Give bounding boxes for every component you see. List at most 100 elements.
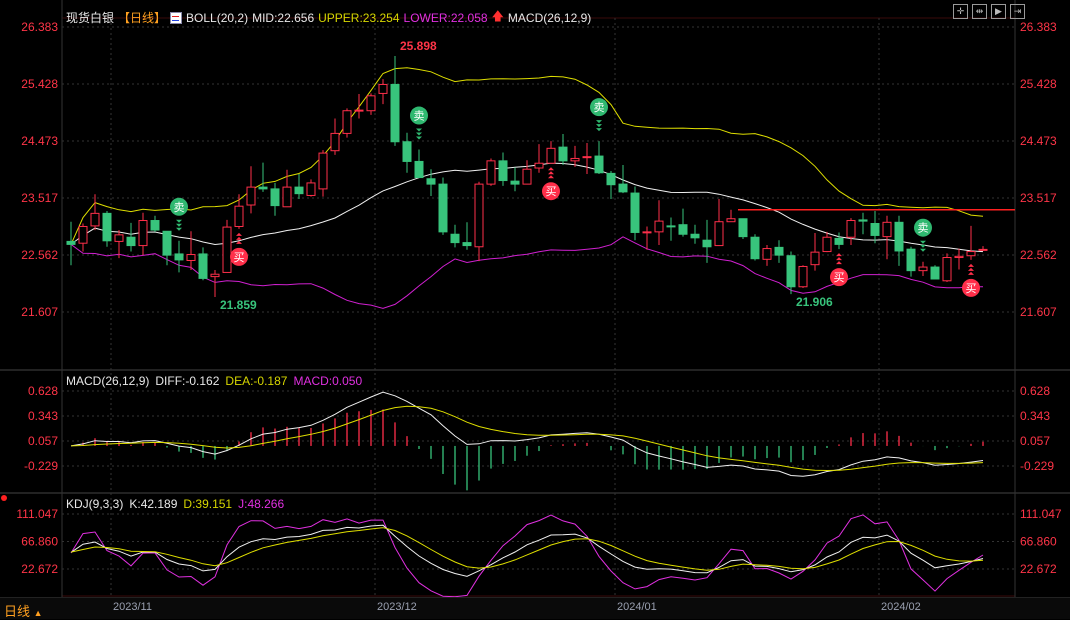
play-icon[interactable]: ▶ <box>991 4 1006 19</box>
candle-body[interactable] <box>702 239 712 248</box>
candle-body[interactable] <box>174 253 184 261</box>
candle-body[interactable] <box>270 188 280 207</box>
candle-body[interactable] <box>882 221 892 238</box>
candle-body[interactable] <box>378 83 388 94</box>
period-selector[interactable]: 日线 ▲ <box>4 601 43 620</box>
candle-body[interactable] <box>738 218 748 238</box>
candle-body[interactable] <box>366 95 376 112</box>
candle-body[interactable] <box>78 225 88 244</box>
candle-body[interactable] <box>726 218 736 223</box>
candle-body[interactable] <box>678 224 688 235</box>
candle-body[interactable] <box>138 220 148 247</box>
candle-body[interactable] <box>510 180 520 185</box>
candle-body[interactable] <box>66 240 76 245</box>
range-select-icon[interactable]: ⇹ <box>972 4 987 19</box>
candle-body[interactable] <box>474 183 484 248</box>
up-arrow-icon <box>548 175 554 179</box>
candle-body[interactable] <box>390 83 400 143</box>
candle-body[interactable] <box>150 220 160 231</box>
kdj-title[interactable]: KDJ(9,3,3) <box>66 497 123 511</box>
candle-body[interactable] <box>318 152 328 190</box>
candle-body[interactable] <box>606 172 616 186</box>
candle-body[interactable] <box>750 236 760 260</box>
up-arrow-icon <box>968 263 974 267</box>
candle-body[interactable] <box>666 225 676 228</box>
candle-body[interactable] <box>246 186 256 206</box>
candle-body[interactable] <box>834 237 844 245</box>
candle-body[interactable] <box>186 254 196 262</box>
candle-body[interactable] <box>642 231 652 234</box>
candle-body[interactable] <box>306 182 316 196</box>
candle-body[interactable] <box>582 156 592 159</box>
candle-body[interactable] <box>534 162 544 169</box>
candle-body[interactable] <box>822 236 832 253</box>
candle-body[interactable] <box>354 109 364 112</box>
candle-body[interactable] <box>414 160 424 179</box>
candle-body[interactable] <box>774 246 784 256</box>
exit-icon[interactable]: ⇥ <box>1010 4 1025 19</box>
candle-body[interactable] <box>570 157 580 162</box>
candle-body[interactable] <box>786 255 796 288</box>
candle-body[interactable] <box>234 205 244 227</box>
candle-body[interactable] <box>486 160 496 185</box>
signal-label: 买 <box>234 251 245 264</box>
indicator-dot-icon[interactable] <box>1 495 7 501</box>
candle-body[interactable] <box>930 266 940 280</box>
boll-indicator-icon[interactable] <box>170 11 183 24</box>
candle-body[interactable] <box>762 248 772 260</box>
candle-body[interactable] <box>978 248 988 251</box>
candle-body[interactable] <box>906 248 916 272</box>
candle-body[interactable] <box>954 255 964 259</box>
candle-body[interactable] <box>894 221 904 252</box>
extreme-price-label: 25.898 <box>400 39 437 53</box>
candle-body[interactable] <box>546 147 556 164</box>
candle-body[interactable] <box>462 242 472 247</box>
candle-body[interactable] <box>402 141 412 162</box>
candle-body[interactable] <box>870 223 880 236</box>
candle-body[interactable] <box>114 234 124 242</box>
candle-body[interactable] <box>966 251 976 257</box>
macd-overlay-label[interactable]: MACD(26,12,9) <box>508 11 591 25</box>
candle-body[interactable] <box>654 220 664 233</box>
candle-body[interactable] <box>210 273 220 278</box>
candle-body[interactable] <box>438 183 448 233</box>
period-label[interactable]: 【日线】 <box>118 9 166 26</box>
candle-body[interactable] <box>690 233 700 239</box>
candle-body[interactable] <box>798 265 808 288</box>
candle-body[interactable] <box>522 168 532 185</box>
candle-body[interactable] <box>558 146 568 162</box>
candle-body[interactable] <box>222 226 232 273</box>
candle-body[interactable] <box>342 110 352 134</box>
candle-body[interactable] <box>846 220 856 238</box>
candle-body[interactable] <box>450 233 460 244</box>
kdj-d-line <box>70 527 984 571</box>
candle-body[interactable] <box>498 160 508 182</box>
chart-canvas[interactable]: 26.383 26.383 25.428 25.428 24.473 24.473 23.5… <box>0 0 1070 618</box>
candle-body[interactable] <box>258 186 268 190</box>
candle-body[interactable] <box>918 266 928 272</box>
candle-body[interactable] <box>714 221 724 247</box>
candle-body[interactable] <box>426 178 436 185</box>
candle-body[interactable] <box>90 212 100 227</box>
candle-body[interactable] <box>162 230 172 256</box>
candle-body[interactable] <box>618 183 628 193</box>
macd-tick-right: 0.057 <box>1020 434 1050 448</box>
candle-body[interactable] <box>294 186 304 195</box>
macd-tick-right: 0.343 <box>1020 409 1050 423</box>
candle-body[interactable] <box>282 186 292 208</box>
boll-label[interactable]: BOLL(20,2) <box>186 11 248 25</box>
crosshair-icon[interactable]: ✛ <box>953 4 968 19</box>
up-arrow-icon <box>236 236 242 240</box>
macd-title[interactable]: MACD(26,12,9) <box>66 374 149 388</box>
candle-body[interactable] <box>126 236 136 247</box>
candle-body[interactable] <box>810 251 820 266</box>
up-arrow-icon <box>968 271 974 275</box>
candle-body[interactable] <box>594 155 604 174</box>
candle-body[interactable] <box>102 212 112 242</box>
kdj-j: J:48.266 <box>238 497 285 511</box>
candle-body[interactable] <box>330 132 340 152</box>
candle-body[interactable] <box>198 253 208 279</box>
candle-body[interactable] <box>630 192 640 233</box>
candle-body[interactable] <box>858 219 868 222</box>
candle-body[interactable] <box>942 257 952 282</box>
